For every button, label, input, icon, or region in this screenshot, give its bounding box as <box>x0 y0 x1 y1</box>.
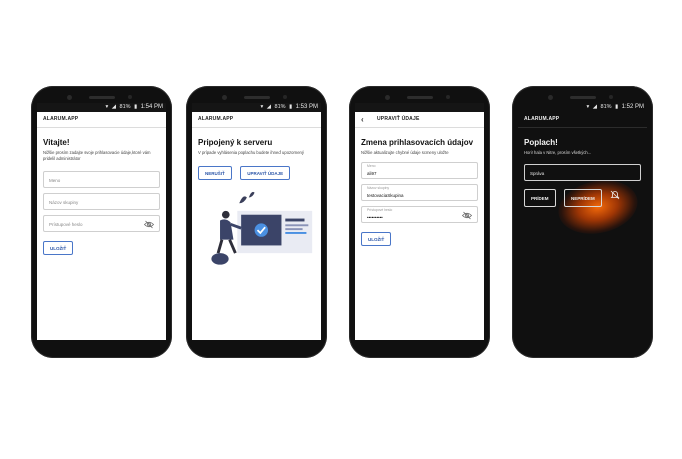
status-bar: ▾ ◢ 81% ▮ 1:53 PM <box>192 103 321 112</box>
group-input[interactable]: Názov skupiny <box>43 193 160 211</box>
eye-off-icon[interactable] <box>462 211 472 220</box>
front-camera <box>548 95 553 100</box>
page-title: Pripojený k serveru <box>198 138 273 147</box>
status-time: 1:53 PM <box>295 104 318 110</box>
message-input[interactable]: Správa <box>524 163 641 181</box>
phone-connected: ▾ ◢ 81% ▮ 1:53 PM ALARUM.APP Pripojený k… <box>186 86 327 358</box>
not-come-button[interactable]: NEPRÍDEM <box>563 188 602 207</box>
name-input[interactable]: Meno <box>43 171 160 189</box>
app-title: ALARUM.APP <box>192 112 321 128</box>
screen-login: ▾ ◢ 81% ▮ 1:54 PM ALARUM.APP Vitajte! Ni… <box>37 103 166 340</box>
password-label: Prístupové heslo <box>367 207 393 212</box>
check-circle-icon <box>254 222 269 237</box>
name-input[interactable]: Meno ali97 <box>361 161 478 179</box>
earpiece <box>88 96 115 99</box>
page-subtitle: V prípade vyhlásenia poplachu budete ihn… <box>198 150 304 155</box>
status-bar <box>355 103 484 112</box>
leaf-icon <box>239 191 255 203</box>
earpiece <box>243 96 270 99</box>
status-bar: ▾ ◢ 81% ▮ 1:54 PM <box>37 103 166 112</box>
status-time: 1:54 PM <box>140 104 163 110</box>
signal-icon: ◢ <box>592 104 597 110</box>
name-value: ali97 <box>367 170 377 176</box>
phone-alarm: ▾ ◢ 81% ▮ 1:52 PM ALARUM.APP Poplach! Ho… <box>512 86 653 358</box>
password-value: •••••••••• <box>367 214 383 220</box>
name-label: Meno <box>367 163 376 168</box>
group-placeholder: Názov skupiny <box>49 200 79 206</box>
wifi-icon: ▾ <box>586 104 590 110</box>
battery-icon: ▮ <box>615 104 619 110</box>
text-line <box>285 231 307 234</box>
battery-icon: ▮ <box>289 104 293 110</box>
page-subtitle: Nižšie aktualizujte chybné údaje scmeny … <box>361 150 449 155</box>
page-title: Vitajte! <box>43 138 70 147</box>
wifi-icon: ▾ <box>105 104 109 110</box>
page-subtitle: Nižšie prosím zadajte svoje prihlasovaci… <box>43 150 151 161</box>
app-title: ALARUM.APP <box>37 112 166 128</box>
message-placeholder: Správa <box>530 170 545 176</box>
page-title: Zmena prihlasovacích údajov <box>361 138 474 147</box>
mute-bell-icon[interactable] <box>610 190 620 200</box>
sensor <box>283 95 287 99</box>
front-camera <box>385 95 390 100</box>
signal-icon: ◢ <box>111 104 116 110</box>
app-title: ALARUM.APP <box>518 112 647 128</box>
come-button[interactable]: PRÍDEM <box>524 188 556 207</box>
status-time: 1:52 PM <box>621 104 644 110</box>
screen-edit: ‹ UPRAVIŤ ÚDAJE Zmena prihlasovacích úda… <box>355 103 484 340</box>
screen-connected: ▾ ◢ 81% ▮ 1:53 PM ALARUM.APP Pripojený k… <box>192 103 321 340</box>
app-title: UPRAVIŤ ÚDAJE <box>377 116 420 122</box>
group-value: testovaciaSkupina <box>367 192 404 198</box>
group-label: Názov skupiny <box>367 185 390 190</box>
sensor <box>446 95 450 99</box>
wifi-icon: ▾ <box>260 104 264 110</box>
signal-icon: ◢ <box>266 104 271 110</box>
earpiece <box>569 96 596 99</box>
phone-login: ▾ ◢ 81% ▮ 1:54 PM ALARUM.APP Vitajte! Ni… <box>31 86 172 358</box>
save-button[interactable]: ULOŽIŤ <box>361 231 392 246</box>
text-line <box>285 223 309 226</box>
server-connected-illustration <box>211 191 313 265</box>
cancel-button[interactable]: NERUŠIŤ <box>198 165 232 180</box>
sensor <box>609 95 613 99</box>
text-line <box>285 218 305 222</box>
battery-text: 81% <box>119 104 131 110</box>
edit-data-button[interactable]: UPRAVIŤ ÚDAJE <box>240 165 291 180</box>
battery-text: 81% <box>600 104 612 110</box>
app-bar: ‹ UPRAVIŤ ÚDAJE <box>355 112 484 128</box>
earpiece <box>406 96 433 99</box>
back-arrow-icon[interactable]: ‹ <box>361 112 364 127</box>
eye-off-icon[interactable] <box>144 220 154 229</box>
password-input[interactable]: Prístupové heslo <box>43 215 160 233</box>
password-input[interactable]: Prístupové heslo •••••••••• <box>361 205 478 223</box>
screen-alarm: ▾ ◢ 81% ▮ 1:52 PM ALARUM.APP Poplach! Ho… <box>518 103 647 340</box>
name-placeholder: Meno <box>49 178 61 184</box>
save-button[interactable]: ULOŽIŤ <box>43 241 74 256</box>
battery-text: 81% <box>274 104 286 110</box>
ball-seat <box>211 252 229 265</box>
group-input[interactable]: Názov skupiny testovaciaSkupina <box>361 183 478 201</box>
front-camera <box>222 95 227 100</box>
status-bar: ▾ ◢ 81% ▮ 1:52 PM <box>518 103 647 112</box>
text-line <box>285 227 303 230</box>
page-title: Poplach! <box>524 138 558 147</box>
password-placeholder: Prístupové heslo <box>49 222 83 228</box>
front-camera <box>67 95 72 100</box>
phone-edit: ‹ UPRAVIŤ ÚDAJE Zmena prihlasovacích úda… <box>349 86 490 358</box>
sensor <box>128 95 132 99</box>
alert-message: Hori! hala v Nitre, prosím všetkých... <box>524 150 592 155</box>
battery-icon: ▮ <box>134 104 138 110</box>
